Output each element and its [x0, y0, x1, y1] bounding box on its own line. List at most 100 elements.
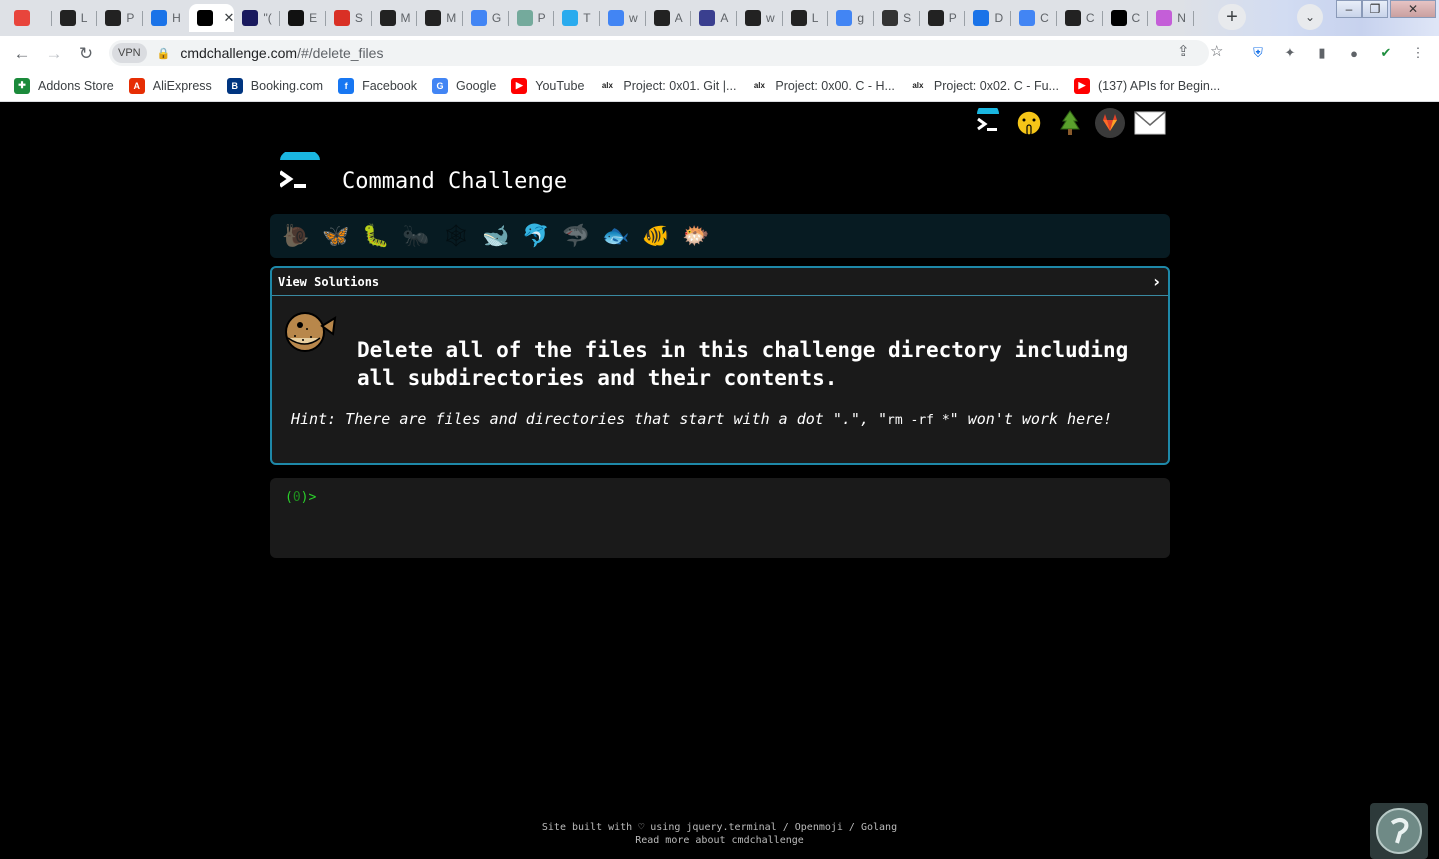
alx-icon [790, 10, 807, 26]
tab-title: A [720, 11, 729, 25]
browser-tab[interactable]: D [965, 4, 1011, 32]
google-icon: G [431, 77, 448, 94]
minimize-button[interactable]: – [1336, 0, 1362, 18]
lock-icon[interactable]: 🔒 [157, 47, 171, 60]
level-ant-icon[interactable]: 🐜 [396, 221, 436, 251]
browser-tab[interactable]: C [1103, 4, 1149, 32]
browser-tab[interactable]: C [1057, 4, 1103, 32]
browser-tab[interactable]: T [554, 4, 600, 32]
site-title[interactable]: Command Challenge [342, 169, 567, 194]
terminal-icon[interactable] [972, 107, 1004, 139]
alx-icon: alx [601, 81, 613, 90]
bookmark-label: YouTube [535, 78, 585, 93]
tab-search-button[interactable]: ⌄ [1297, 4, 1323, 30]
side-panel-icon[interactable]: ▮ [1314, 45, 1330, 61]
browser-tab[interactable]: "( [234, 4, 280, 32]
browser-tab[interactable]: P [920, 4, 966, 32]
bookmark-item[interactable]: alx Project: 0x01. Git |... [599, 78, 737, 94]
site-logo-icon[interactable] [278, 148, 320, 194]
level-spider-web-icon[interactable]: 🕸 [436, 221, 476, 251]
browser-tab[interactable]: H [143, 4, 189, 32]
gitlab-icon[interactable] [1094, 107, 1126, 139]
level-whale-icon[interactable]: 🐋 [476, 221, 516, 251]
bookmark-item[interactable]: alx Project: 0x02. C - Fu... [910, 78, 1059, 94]
level-blowfish-icon[interactable]: 🐡 [676, 221, 716, 251]
restore-button[interactable]: ❐ [1362, 0, 1388, 18]
url-text[interactable]: cmdchallenge.com/#/delete_files [180, 45, 383, 61]
browser-tab[interactable]: S [874, 4, 920, 32]
facebook-icon: f [338, 77, 355, 94]
profile-icon[interactable]: ● [1346, 45, 1362, 61]
browser-tab[interactable]: ✕ [188, 4, 235, 32]
address-bar[interactable]: VPN 🔒 cmdchallenge.com/#/delete_files [109, 40, 1209, 66]
browser-tab[interactable]: L [52, 4, 98, 32]
new-tab-button[interactable]: + [1218, 4, 1246, 30]
reload-button[interactable]: ↻ [74, 42, 98, 66]
bookmark-item[interactable]: A AliExpress [128, 77, 212, 94]
corner-widget-icon[interactable] [1370, 803, 1428, 859]
tab-close-icon[interactable]: ✕ [224, 10, 235, 26]
browser-tab[interactable]: w [600, 4, 646, 32]
level-shark-icon[interactable]: 🦈 [556, 221, 596, 251]
bookmark-item[interactable]: G Google [431, 77, 496, 94]
level-tropical-fish-icon[interactable]: 🐠 [636, 221, 676, 251]
share-icon[interactable]: ⇪ [1177, 42, 1190, 60]
tab-title: g [857, 11, 865, 25]
menu-kebab-icon[interactable]: ⋮ [1410, 45, 1426, 61]
shield-extension-icon[interactable]: ⛨ [1250, 45, 1266, 61]
browser-tab[interactable]: P [509, 4, 555, 32]
browser-tab[interactable]: C [1011, 4, 1057, 32]
browser-tab[interactable]: A [691, 4, 737, 32]
project-icon [927, 10, 944, 26]
browser-tab[interactable] [6, 4, 52, 32]
level-caterpillar-icon[interactable]: 🐛 [356, 221, 396, 251]
tab-title: C [1040, 11, 1049, 25]
aliexpress-icon: A [128, 77, 145, 94]
alx-icon [425, 10, 442, 26]
browser-tab[interactable]: M [417, 4, 463, 32]
envelope-icon[interactable] [1134, 107, 1166, 139]
bookmark-item[interactable]: ▶ (137) APIs for Begin... [1073, 77, 1220, 94]
tree-icon[interactable] [1054, 107, 1086, 139]
bookmark-item[interactable]: ✚ Addons Store [14, 77, 114, 94]
level-fish-icon[interactable]: 🐟 [596, 221, 636, 251]
shushing-face-icon[interactable] [1013, 107, 1045, 139]
security-check-icon[interactable]: ✔ [1378, 45, 1394, 61]
browser-tab[interactable]: S [326, 4, 372, 32]
level-butterfly-icon[interactable]: 🦋 [316, 221, 356, 251]
back-button[interactable]: ← [10, 42, 34, 66]
vpn-badge[interactable]: VPN [112, 43, 147, 63]
browser-tab[interactable]: w [737, 4, 783, 32]
level-bar: 🐌 🦋 🐛 🐜 🕸 🐋 🐬 🦈 🐟 🐠 🐡 [270, 214, 1170, 258]
browser-tab[interactable]: E [280, 4, 326, 32]
browser-tab[interactable]: L [783, 4, 829, 32]
bookmark-label: Project: 0x02. C - Fu... [933, 78, 1059, 93]
close-window-button[interactable]: ✕ [1390, 0, 1436, 18]
tab-title: P [126, 11, 135, 25]
bookmark-star-icon[interactable]: ☆ [1210, 42, 1223, 60]
bookmark-item[interactable]: f Facebook [338, 77, 417, 94]
footer-about-link[interactable]: Read more about cmdchallenge [0, 834, 1439, 847]
tab-title: D [994, 11, 1004, 25]
browser-tab[interactable]: M [372, 4, 418, 32]
terminal-input-area[interactable]: (0)> [270, 478, 1170, 558]
bookmark-item[interactable]: alx Project: 0x00. C - H... [751, 78, 895, 94]
booking-icon: B [226, 77, 243, 94]
browser-tab[interactable]: P [97, 4, 143, 32]
bookmark-item[interactable]: ▶ YouTube [511, 77, 585, 94]
bookmark-item[interactable]: B Booking.com [226, 77, 323, 94]
challenge-description: Delete all of the files in this challeng… [357, 338, 1129, 390]
browser-tab[interactable]: A [646, 4, 692, 32]
extensions-puzzle-icon[interactable]: ✦ [1282, 45, 1298, 61]
footer-credits[interactable]: Site built with ♡ using jquery.terminal … [0, 821, 1439, 834]
url-host: cmdchallenge.com [180, 45, 298, 61]
browser-tab[interactable]: g [828, 4, 874, 32]
view-solutions-toggle[interactable]: View Solutions › [272, 268, 1168, 296]
level-snail-icon[interactable]: 🐌 [276, 221, 316, 251]
tab-title: w [628, 11, 638, 25]
browser-tab[interactable]: N [1148, 4, 1194, 32]
forward-button[interactable]: → [42, 42, 66, 66]
browser-tab[interactable]: G [463, 4, 509, 32]
level-dolphin-icon[interactable]: 🐬 [516, 221, 556, 251]
tab-title: w [766, 11, 775, 25]
